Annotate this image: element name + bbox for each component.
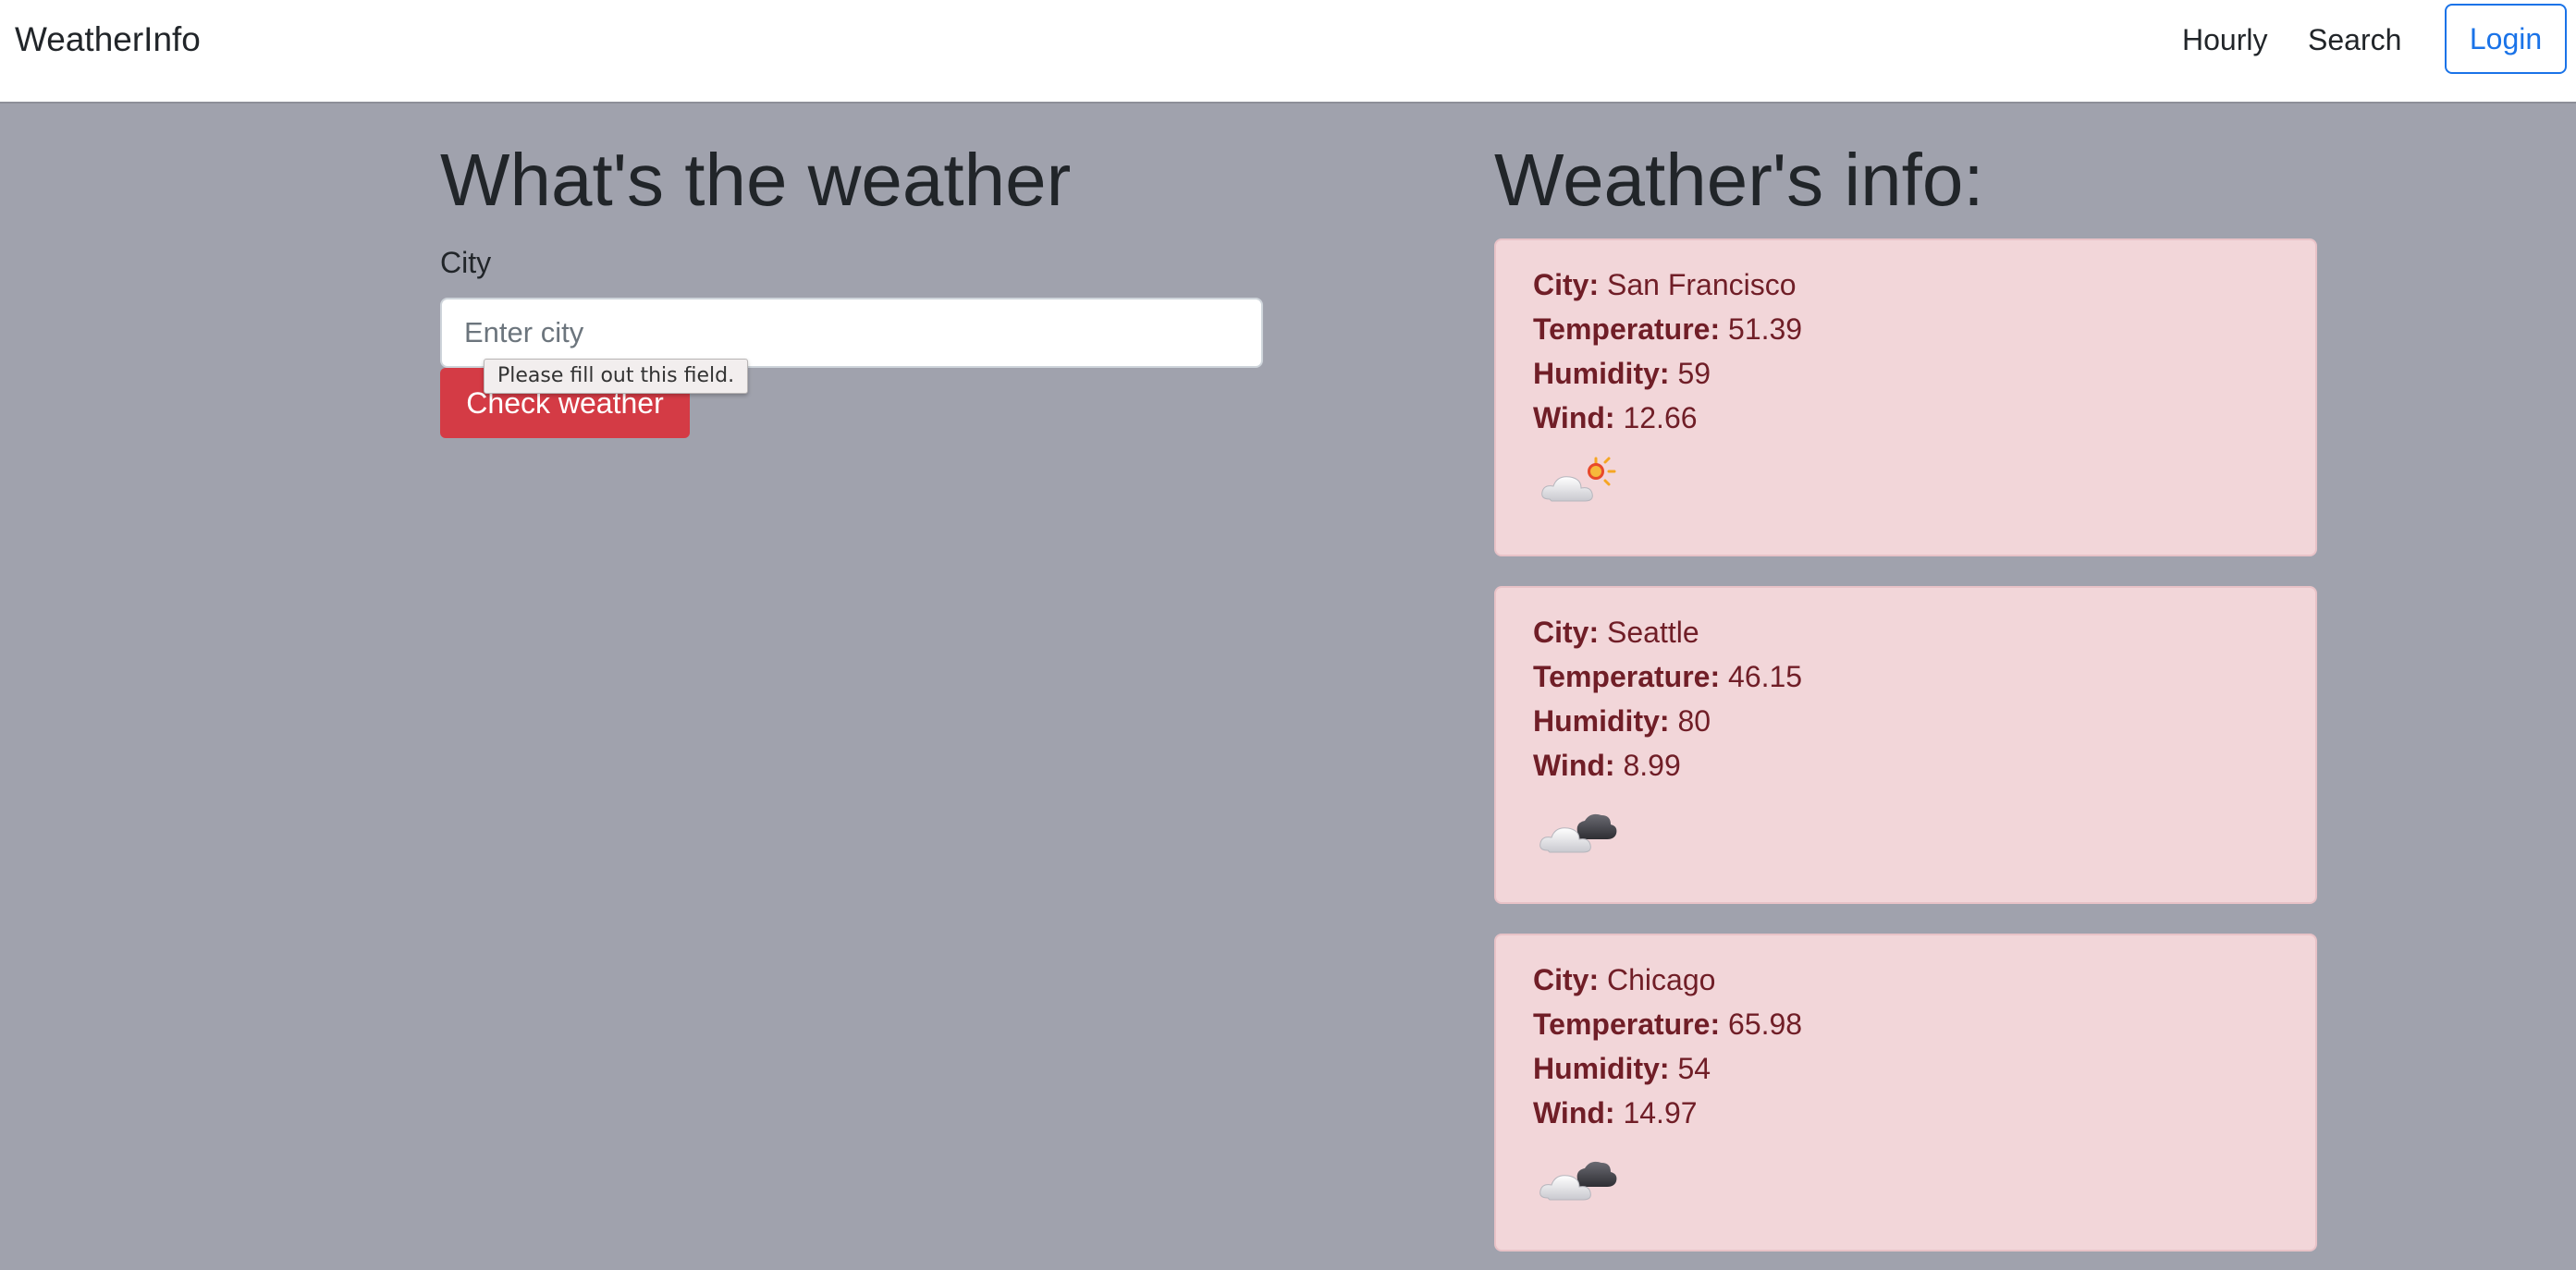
temperature-field-label: Temperature: — [1533, 1007, 1721, 1041]
city-label: City — [440, 246, 492, 279]
wind-field-label: Wind: — [1533, 1096, 1615, 1130]
weather-card: City: Chicago Temperature: 65.98 Humidit… — [1494, 934, 2317, 1252]
navbar: WeatherInfo Hourly Search Login — [0, 0, 2576, 104]
weather-card: City: Seattle Temperature: 46.15 Humidit… — [1494, 586, 2317, 904]
wind-field-label: Wind: — [1533, 401, 1615, 434]
wind-row: Wind: 12.66 — [1533, 397, 1698, 438]
humidity-value: 59 — [1677, 357, 1711, 390]
humidity-field-label: Humidity: — [1533, 704, 1670, 738]
weather-card: City: San Francisco Temperature: 51.39 H… — [1494, 238, 2317, 556]
city-input[interactable] — [440, 298, 1263, 368]
city-value: Seattle — [1607, 616, 1699, 649]
city-field-label: City: — [1533, 616, 1600, 649]
wind-value: 14.97 — [1623, 1096, 1698, 1130]
humidity-value: 80 — [1677, 704, 1711, 738]
wind-value: 8.99 — [1623, 749, 1681, 782]
humidity-row: Humidity: 54 — [1533, 1048, 1711, 1089]
temperature-row: Temperature: 65.98 — [1533, 1004, 1802, 1044]
wind-row: Wind: 8.99 — [1533, 745, 1681, 786]
humidity-field-label: Humidity: — [1533, 357, 1670, 390]
city-row: City: Chicago — [1533, 959, 1715, 1000]
temperature-value: 46.15 — [1728, 660, 1803, 693]
temperature-field-label: Temperature: — [1533, 312, 1721, 346]
temperature-row: Temperature: 46.15 — [1533, 656, 1802, 697]
humidity-field-label: Humidity: — [1533, 1052, 1670, 1085]
city-row: City: Seattle — [1533, 612, 1699, 653]
city-value: Chicago — [1607, 963, 1716, 996]
temperature-value: 65.98 — [1728, 1007, 1803, 1041]
clouds-icon — [1539, 813, 1617, 853]
wind-field-label: Wind: — [1533, 749, 1615, 782]
humidity-row: Humidity: 59 — [1533, 353, 1711, 394]
wind-row: Wind: 14.97 — [1533, 1093, 1698, 1133]
nav-link-search[interactable]: Search — [2308, 18, 2401, 61]
login-button[interactable]: Login — [2445, 4, 2567, 74]
validation-tooltip: Please fill out this field. — [484, 359, 749, 394]
humidity-value: 54 — [1677, 1052, 1711, 1085]
brand-logo[interactable]: WeatherInfo — [15, 17, 201, 63]
humidity-row: Humidity: 80 — [1533, 701, 1711, 741]
temperature-value: 51.39 — [1728, 312, 1803, 346]
nav-link-hourly[interactable]: Hourly — [2182, 18, 2267, 61]
temperature-field-label: Temperature: — [1533, 660, 1721, 693]
city-row: City: San Francisco — [1533, 264, 1797, 305]
temperature-row: Temperature: 51.39 — [1533, 309, 1802, 349]
wind-value: 12.66 — [1623, 401, 1698, 434]
city-field-label: City: — [1533, 963, 1600, 996]
form-heading: What's the weather — [440, 139, 1072, 221]
city-field-label: City: — [1533, 268, 1600, 301]
partly-cloudy-day-icon — [1541, 457, 1616, 502]
clouds-icon — [1539, 1161, 1617, 1201]
city-value: San Francisco — [1607, 268, 1797, 301]
results-heading: Weather's info: — [1494, 139, 1984, 221]
